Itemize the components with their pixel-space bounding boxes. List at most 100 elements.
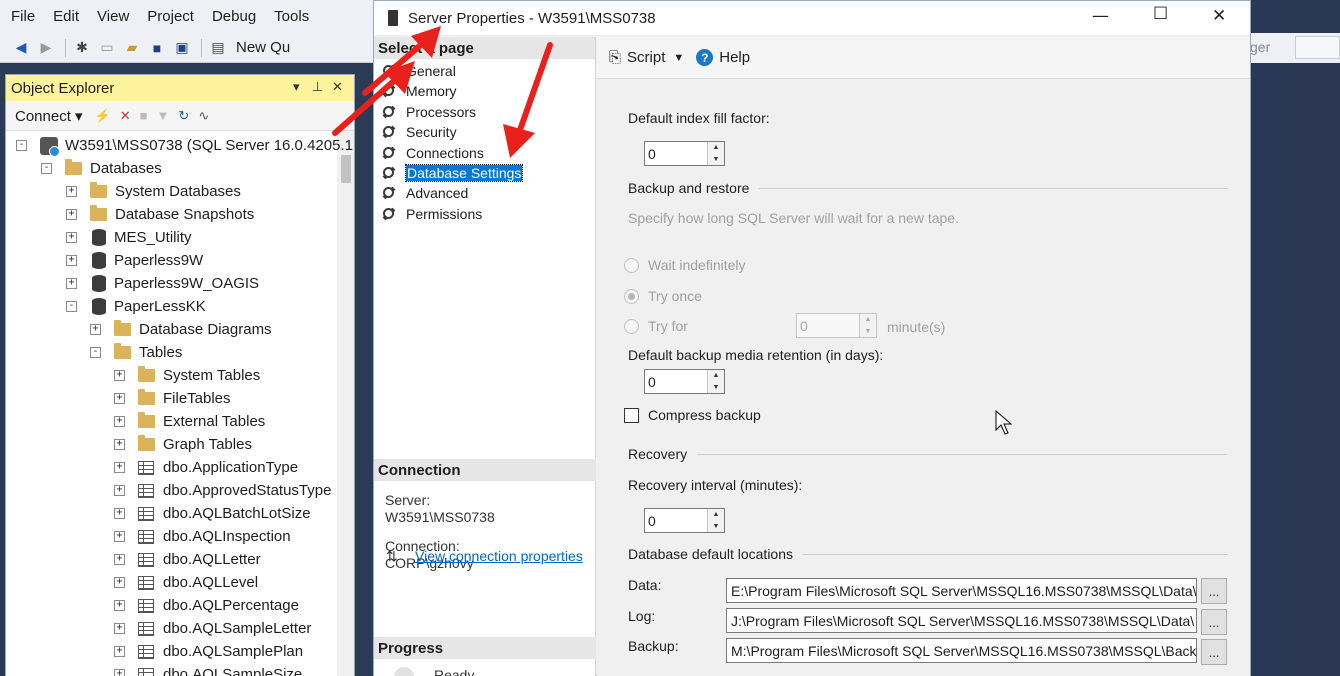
spin-down-icon[interactable]: ▼ <box>708 381 724 393</box>
minimize-icon[interactable]: — <box>1092 6 1109 26</box>
page-database-settings[interactable]: Database Settings <box>382 163 524 183</box>
try-for-spinner[interactable]: 0 ▲ ▼ <box>796 313 877 338</box>
tree-node[interactable]: - PaperLessKK <box>66 295 206 318</box>
tree-node[interactable]: + dbo.AQLBatchLotSize <box>114 502 311 525</box>
tree-node[interactable]: + FileTables <box>114 387 231 410</box>
collapse-icon[interactable]: - <box>90 347 101 358</box>
script-dropdown-icon[interactable]: ▼ <box>673 52 684 64</box>
expand-icon[interactable]: + <box>114 600 125 611</box>
expand-icon[interactable]: + <box>66 278 77 289</box>
expand-icon[interactable]: + <box>66 209 77 220</box>
activity-monitor-icon[interactable]: ∿ <box>198 108 209 124</box>
pin-icon[interactable]: ⊥ <box>312 79 323 95</box>
stop-icon[interactable]: ■ <box>140 108 148 123</box>
log-browse-button[interactable]: ... <box>1201 609 1227 635</box>
radio-circle-selected[interactable] <box>624 288 639 304</box>
page-advanced[interactable]: Advanced <box>382 183 468 203</box>
spin-up-icon[interactable]: ▲ <box>708 370 724 382</box>
backup-browse-button[interactable]: ... <box>1201 639 1227 665</box>
expand-icon[interactable]: + <box>66 255 77 266</box>
expand-icon[interactable]: + <box>114 462 125 473</box>
expand-icon[interactable]: + <box>114 554 125 565</box>
fill-factor-spinner[interactable]: 0 ▲ ▼ <box>644 141 725 166</box>
forward-icon[interactable]: ▶ <box>35 37 57 59</box>
expand-icon[interactable]: + <box>114 485 125 496</box>
menu-item-project[interactable]: Project <box>138 0 203 33</box>
expand-icon[interactable]: + <box>114 370 125 381</box>
tree-node[interactable]: + dbo.AQLLetter <box>114 548 261 571</box>
expand-icon[interactable]: + <box>90 324 101 335</box>
expand-icon[interactable]: + <box>114 577 125 588</box>
tree-node[interactable]: + dbo.ApprovedStatusType <box>114 479 331 502</box>
tree-node[interactable]: + MES_Utility <box>66 226 192 249</box>
menu-item-view[interactable]: View <box>88 0 138 33</box>
menu-item-debug[interactable]: Debug <box>203 0 265 33</box>
tree-node[interactable]: + Paperless9W <box>66 249 203 272</box>
page-connections[interactable]: Connections <box>382 143 484 163</box>
open-folder-icon[interactable]: ▰ <box>121 37 143 59</box>
expand-icon[interactable]: + <box>66 232 77 243</box>
expand-icon[interactable]: + <box>114 508 125 519</box>
script-icon[interactable]: ⎘ <box>609 49 621 66</box>
tree-node[interactable]: + System Tables <box>114 364 260 387</box>
expand-icon[interactable]: + <box>114 439 125 450</box>
expand-icon[interactable]: + <box>114 393 125 404</box>
tree-node[interactable]: + External Tables <box>114 410 265 433</box>
script-button[interactable]: Script <box>627 49 665 66</box>
page-security[interactable]: Security <box>382 122 457 142</box>
menu-item-edit[interactable]: Edit <box>44 0 88 33</box>
tree-node[interactable]: - Databases <box>41 157 162 180</box>
data-path-field[interactable]: E:\Program Files\Microsoft SQL Server\MS… <box>726 578 1197 603</box>
tree-node[interactable]: + dbo.AQLSampleLetter <box>114 617 311 640</box>
save-icon[interactable]: ■ <box>146 37 168 59</box>
tree-node[interactable]: + Graph Tables <box>114 433 252 456</box>
tree-node[interactable]: + dbo.AQLPercentage <box>114 594 299 617</box>
tree-node[interactable]: + dbo.AQLSampleSize <box>114 663 302 676</box>
spin-down-icon[interactable]: ▼ <box>860 325 876 337</box>
expand-icon[interactable]: + <box>114 669 125 676</box>
tree-node[interactable]: - Tables <box>90 341 182 364</box>
compress-backup-checkbox[interactable]: Compress backup <box>624 407 761 423</box>
expand-icon[interactable]: + <box>114 646 125 657</box>
retention-value[interactable]: 0 <box>645 370 707 393</box>
collapse-icon[interactable]: - <box>66 301 77 312</box>
recovery-interval-spinner[interactable]: 0 ▲ ▼ <box>644 508 725 533</box>
refresh-icon[interactable]: ↻ <box>178 108 189 124</box>
view-connection-properties-link[interactable]: View connection properties <box>415 548 583 564</box>
scrollbar-thumb[interactable] <box>341 155 351 183</box>
tree-node[interactable]: + dbo.AQLLevel <box>114 571 258 594</box>
recovery-interval-value[interactable]: 0 <box>645 509 707 532</box>
spin-up-icon[interactable]: ▲ <box>708 142 724 154</box>
tree-scrollbar[interactable] <box>337 131 354 676</box>
page-permissions[interactable]: Permissions <box>382 204 482 224</box>
collapse-icon[interactable]: - <box>41 163 52 174</box>
tree-node[interactable]: + Database Snapshots <box>66 203 254 226</box>
new-project-icon[interactable]: ✱ <box>71 37 93 59</box>
try-once-radio[interactable]: Try once <box>624 288 702 304</box>
disconnect-icon[interactable]: ✕ <box>120 108 131 124</box>
maximize-icon[interactable]: ☐ <box>1153 4 1168 24</box>
tree-node[interactable]: + Paperless9W_OAGIS <box>66 272 259 295</box>
back-icon[interactable]: ◀ <box>10 37 32 59</box>
radio-circle[interactable] <box>624 318 639 334</box>
log-path-field[interactable]: J:\Program Files\Microsoft SQL Server\MS… <box>726 608 1197 633</box>
try-for-value[interactable]: 0 <box>797 314 859 337</box>
spin-up-icon[interactable]: ▲ <box>708 509 724 521</box>
spin-down-icon[interactable]: ▼ <box>708 520 724 532</box>
tree-node[interactable]: + dbo.AQLSamplePlan <box>114 640 303 663</box>
expand-icon[interactable]: + <box>114 623 125 634</box>
dropdown-icon[interactable]: ▾ <box>293 79 300 95</box>
connect-button[interactable]: Connect ▾ <box>15 107 83 125</box>
fill-factor-value[interactable]: 0 <box>645 142 707 165</box>
tree-node[interactable]: - W3591\MSS0738 (SQL Server 16.0.4205.1 <box>16 134 353 157</box>
filter-icon[interactable]: ▼ <box>157 108 170 123</box>
save-all-icon[interactable]: ▣ <box>171 37 193 59</box>
connect-icon[interactable]: ⚡ <box>95 108 111 124</box>
expand-icon[interactable]: + <box>66 186 77 197</box>
tree-node[interactable]: + dbo.AQLInspection <box>114 525 291 548</box>
new-query-icon[interactable]: ▤ <box>207 37 229 59</box>
checkbox-box[interactable] <box>624 407 639 423</box>
help-icon[interactable]: ? <box>696 49 714 66</box>
close-icon[interactable]: ✕ <box>332 79 343 95</box>
tree-node[interactable]: + Database Diagrams <box>90 318 272 341</box>
